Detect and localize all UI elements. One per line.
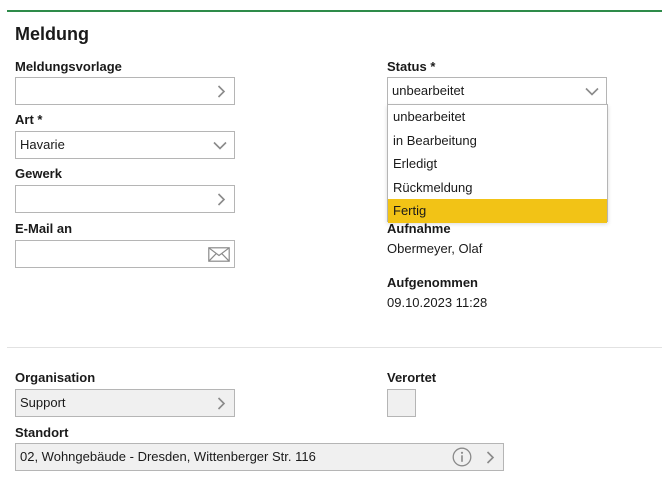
verortet-label: Verortet [387,370,437,385]
organisation-label: Organisation [15,370,96,385]
status-option[interactable]: in Bearbeitung [388,129,607,153]
chevron-right-icon[interactable] [483,444,497,470]
art-select[interactable]: Havarie [15,131,235,159]
envelope-icon[interactable] [207,241,231,267]
status-select[interactable]: unbearbeitet [387,77,607,105]
chevron-right-icon[interactable] [214,390,228,416]
status-dropdown-list: unbearbeitet in Bearbeitung Erledigt Rüc… [387,104,608,223]
gewerk-label: Gewerk [15,166,62,181]
email-field[interactable] [15,240,235,268]
status-label: Status * [387,59,436,74]
status-option[interactable]: unbearbeitet [388,105,607,129]
status-option-highlighted[interactable]: Fertig [388,199,607,223]
meldungsvorlage-field[interactable] [15,77,235,105]
chevron-right-icon[interactable] [214,186,228,212]
status-option[interactable]: Rückmeldung [388,176,607,200]
status-value: unbearbeitet [392,83,465,98]
meldungsvorlage-label: Meldungsvorlage [15,59,122,74]
organisation-value: Support [20,395,66,410]
chevron-down-icon[interactable] [584,78,600,104]
section-divider [7,347,662,348]
chevron-right-icon[interactable] [214,78,228,104]
email-label: E-Mail an [15,221,73,236]
aufgenommen-value: 09.10.2023 11:28 [387,295,488,310]
standort-value: 02, Wohngebäude - Dresden, Wittenberger … [20,449,316,464]
header-accent-line [7,10,662,12]
standort-label: Standort [15,425,69,440]
chevron-down-icon[interactable] [212,132,228,158]
verortet-checkbox[interactable] [387,389,416,417]
page-title: Meldung [15,24,89,44]
art-value: Havarie [20,137,65,152]
organisation-field[interactable]: Support [15,389,235,417]
status-option[interactable]: Erledigt [388,152,607,176]
aufgenommen-label: Aufgenommen [387,275,478,290]
gewerk-field[interactable] [15,185,235,213]
standort-field[interactable]: 02, Wohngebäude - Dresden, Wittenberger … [15,443,504,471]
aufnahme-label: Aufnahme [387,221,451,236]
info-icon[interactable] [451,444,473,470]
art-label: Art * [15,112,43,127]
aufnahme-value: Obermeyer, Olaf [387,241,483,256]
